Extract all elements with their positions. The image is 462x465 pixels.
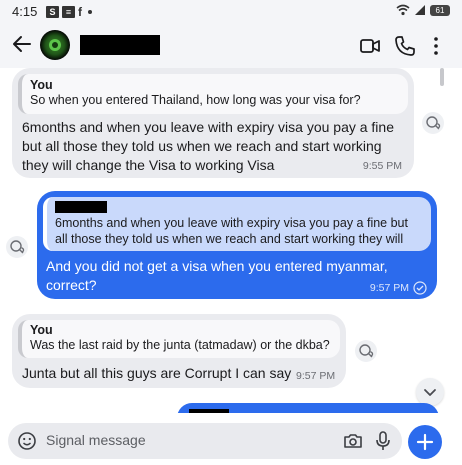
message-input-placeholder: Signal message: [46, 432, 146, 448]
quoted-message[interactable]: 6months and when you leave with expiry v…: [43, 197, 431, 251]
reaction-icon: [426, 116, 441, 130]
notification-s-icon: S: [46, 6, 59, 18]
contact-name-redacted[interactable]: [80, 35, 160, 55]
phone-icon[interactable]: [393, 34, 417, 58]
incoming-message-bubble[interactable]: You So when you entered Thailand, how lo…: [12, 68, 414, 178]
signal-strength-icon: [415, 5, 425, 15]
back-arrow-icon[interactable]: [10, 32, 34, 56]
quoted-message[interactable]: You Was the last raid by the junta (tatm…: [18, 320, 340, 358]
conversation-header: [0, 24, 462, 68]
chevron-down-icon: [424, 389, 436, 396]
quote-text: 6months and when you leave with expiry v…: [55, 216, 408, 246]
reaction-icon: [359, 344, 374, 358]
quote-author-redacted: [55, 201, 107, 213]
reaction-button[interactable]: [422, 112, 444, 134]
delivered-check-icon: [413, 281, 427, 295]
outgoing-message-bubble-partial[interactable]: [177, 403, 439, 413]
message-timestamp: 9:57 PM: [369, 282, 409, 294]
message-text: Junta but all this guys are Corrupt I ca…: [22, 365, 292, 381]
reaction-icon: [10, 240, 25, 254]
quote-text: So when you entered Thailand, how long w…: [30, 93, 361, 107]
status-bar: 4:15 S ≡ f 61: [0, 0, 462, 24]
sticker-icon[interactable]: [17, 431, 37, 451]
status-time: 4:15: [12, 4, 38, 19]
attachment-plus-button[interactable]: [408, 425, 442, 459]
notification-icons: S ≡ f: [46, 5, 92, 19]
plus-icon: [416, 433, 434, 451]
message-text: 6months and when you leave with expiry v…: [22, 119, 394, 173]
quote-author: You: [30, 323, 53, 337]
facebook-icon: f: [78, 5, 82, 19]
system-icons: 61: [396, 4, 450, 16]
reaction-button[interactable]: [355, 340, 377, 362]
more-notifications-dot: [88, 10, 92, 14]
message-input[interactable]: Signal message: [8, 423, 402, 459]
message-timestamp: 9:55 PM: [362, 160, 402, 172]
incoming-message-bubble[interactable]: You Was the last raid by the junta (tatm…: [12, 314, 346, 388]
scroll-to-bottom-button[interactable]: [416, 378, 444, 406]
camera-icon[interactable]: [343, 431, 363, 451]
video-call-icon[interactable]: [358, 34, 382, 58]
quote-text: Was the last raid by the junta (tatmadaw…: [30, 338, 330, 352]
quote-author: You: [30, 78, 53, 92]
battery-icon: 61: [430, 4, 450, 16]
message-list[interactable]: You So when you entered Thailand, how lo…: [0, 68, 462, 413]
reaction-button[interactable]: [6, 236, 28, 258]
contact-avatar[interactable]: [40, 30, 70, 60]
quoted-message[interactable]: You So when you entered Thailand, how lo…: [18, 74, 408, 114]
message-timestamp: 9:57 PM: [296, 370, 336, 382]
more-options-icon[interactable]: [424, 34, 448, 58]
message-meta: 9:57 PM: [370, 281, 427, 295]
scrollbar-thumb[interactable]: [440, 68, 444, 86]
outgoing-message-bubble[interactable]: 6months and when you leave with expiry v…: [37, 191, 437, 299]
wifi-icon: [396, 4, 410, 16]
notification-news-icon: ≡: [62, 6, 75, 18]
microphone-icon[interactable]: [373, 430, 393, 452]
message-composer: Signal message: [0, 413, 462, 465]
